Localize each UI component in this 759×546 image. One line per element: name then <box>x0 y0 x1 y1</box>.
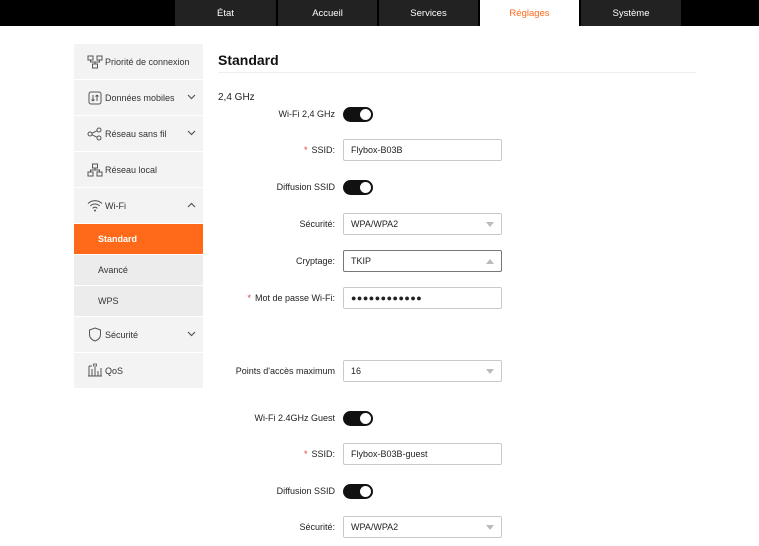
network-priority-icon <box>86 54 103 70</box>
dropdown-caret-icon <box>486 369 494 374</box>
toggle-knob <box>360 486 371 497</box>
sidebar-item-label: QoS <box>105 365 124 376</box>
max-access-points-select[interactable]: 16 <box>343 360 502 382</box>
sidebar-item-mobile-data[interactable]: Données mobiles <box>74 80 203 116</box>
guest-ssid-label: * SSID: <box>303 449 335 459</box>
guest-ssid-broadcast-label: Diffusion SSID <box>276 486 335 496</box>
guest-ssid-input[interactable]: Flybox-B03B-guest <box>343 443 502 465</box>
password-input[interactable]: ●●●●●●●●●●●● <box>343 287 502 309</box>
guest-ssid-broadcast-toggle[interactable] <box>343 484 373 499</box>
guest-wifi-label: Wi-Fi 2.4GHz Guest <box>254 413 335 423</box>
tab-accueil[interactable]: Accueil <box>278 0 377 26</box>
sidebar-subitem-advanced[interactable]: Avancé <box>74 255 203 286</box>
tab-etat[interactable]: État <box>175 0 276 26</box>
encryption-select[interactable]: TKIP <box>343 250 502 272</box>
dropdown-caret-icon <box>486 525 494 530</box>
sidebar-item-connection-priority[interactable]: Priorité de connexion <box>74 44 203 80</box>
dropdown-caret-up-icon <box>486 259 494 264</box>
tab-systeme[interactable]: Système <box>581 0 681 26</box>
local-network-icon <box>86 162 103 178</box>
title-divider <box>218 72 696 73</box>
required-mark: * <box>247 293 251 303</box>
wifi-icon <box>86 198 103 214</box>
sidebar-subitem-wps[interactable]: WPS <box>74 286 203 317</box>
toggle-knob <box>360 182 371 193</box>
shield-icon <box>86 327 103 343</box>
sidebar-item-local-network[interactable]: Réseau local <box>74 152 203 188</box>
toggle-knob <box>360 109 371 120</box>
encryption-label: Cryptage: <box>295 256 335 266</box>
required-mark: * <box>303 449 308 459</box>
sidebar-item-label: Priorité de connexion <box>105 56 190 67</box>
mobile-data-icon <box>86 90 103 106</box>
page-title: Standard <box>218 52 279 68</box>
wifi-24-label: Wi-Fi 2,4 GHz <box>278 109 335 119</box>
wifi-24-toggle[interactable] <box>343 107 373 122</box>
sidebar-subitem-standard[interactable]: Standard <box>74 224 203 255</box>
ssid-broadcast-label: Diffusion SSID <box>276 182 335 192</box>
ssid-input[interactable]: Flybox-B03B <box>343 139 502 161</box>
guest-security-label: Sécurité: <box>299 522 335 532</box>
ssid-broadcast-toggle[interactable] <box>343 180 373 195</box>
tab-services[interactable]: Services <box>379 0 478 26</box>
security-label: Sécurité: <box>299 219 335 229</box>
section-heading: 2,4 GHz <box>218 92 255 103</box>
max-access-points-label: Points d'accès maximum <box>235 366 335 376</box>
sidebar-item-wireless-network[interactable]: Réseau sans fil <box>74 116 203 152</box>
sidebar-item-label: Wi-Fi <box>105 200 126 211</box>
guest-security-select[interactable]: WPA/WPA2 <box>343 516 502 538</box>
qos-icon <box>86 363 103 379</box>
guest-wifi-toggle[interactable] <box>343 411 373 426</box>
sidebar-item-label: Sécurité <box>105 329 139 340</box>
security-select[interactable]: WPA/WPA2 <box>343 213 502 235</box>
chevron-down-icon[interactable] <box>186 128 196 138</box>
sidebar-item-qos[interactable]: QoS <box>74 353 203 389</box>
chevron-down-icon[interactable] <box>186 92 196 102</box>
sidebar-item-label: Réseau local <box>105 164 158 175</box>
sidebar-item-wifi[interactable]: Wi-Fi <box>74 188 203 224</box>
tab-reglages[interactable]: Réglages <box>480 0 579 26</box>
password-label: * Mot de passe Wi-Fi: <box>247 293 335 303</box>
sidebar-item-label: Réseau sans fil <box>105 128 167 139</box>
wireless-network-icon <box>86 126 103 142</box>
sidebar: Priorité de connexion Données mobiles Ré… <box>74 44 203 389</box>
sidebar-item-label: Données mobiles <box>105 92 175 103</box>
dropdown-caret-icon <box>486 222 494 227</box>
sidebar-item-security[interactable]: Sécurité <box>74 317 203 353</box>
toggle-knob <box>360 413 371 424</box>
chevron-down-icon[interactable] <box>186 329 196 339</box>
chevron-up-icon[interactable] <box>186 200 196 210</box>
required-mark: * <box>303 145 308 155</box>
ssid-label: * SSID: <box>303 145 335 155</box>
top-navigation: État Accueil Services Réglages Système <box>0 0 759 26</box>
